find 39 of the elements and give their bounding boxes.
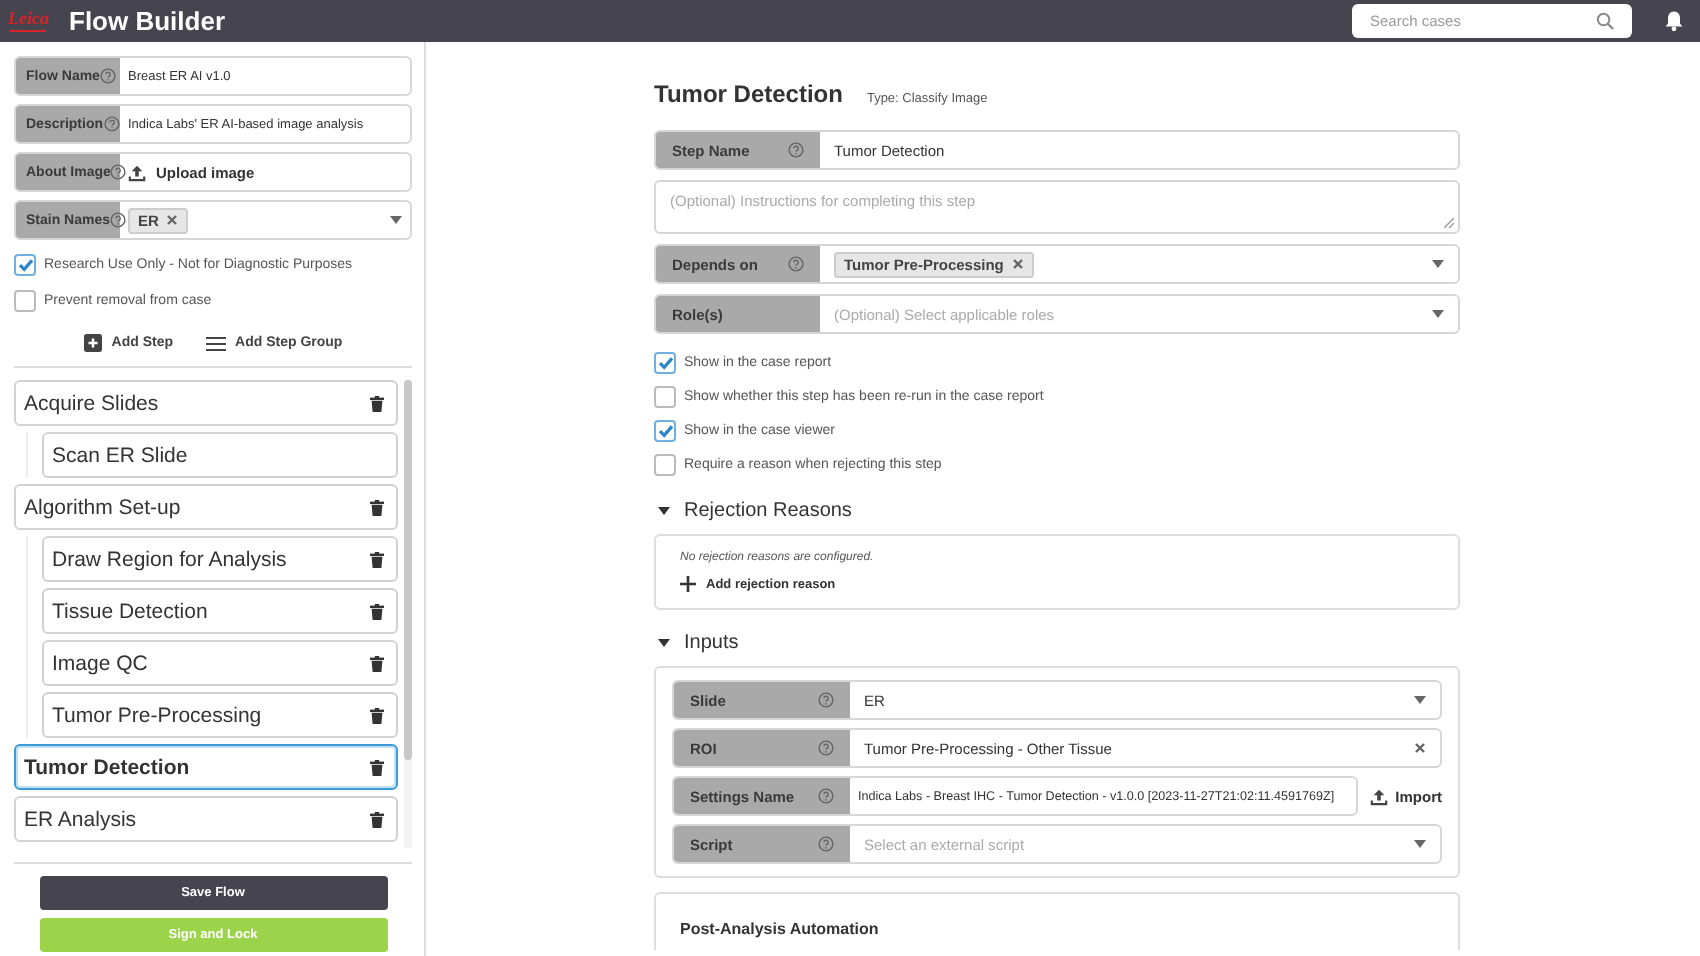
step-item[interactable]: Tumor Pre-Processing: [42, 692, 398, 738]
bell-icon[interactable]: [1664, 10, 1684, 32]
step-item[interactable]: Tumor Detection: [14, 744, 398, 790]
checkbox[interactable]: [654, 420, 676, 442]
automation-card: Post-Analysis Automation: [654, 892, 1460, 950]
section-toggle[interactable]: Inputs: [658, 632, 1460, 654]
checkbox[interactable]: [654, 386, 676, 408]
check-icon: [17, 258, 33, 272]
search-icon[interactable]: [1596, 12, 1614, 30]
list-icon: [205, 335, 226, 351]
step-title: Tumor Detection: [654, 80, 843, 108]
upload-icon: [1369, 787, 1388, 805]
trash-icon[interactable]: [370, 759, 384, 775]
checkbox[interactable]: [14, 290, 36, 312]
checkbox[interactable]: [654, 352, 676, 374]
app-title: Flow Builder: [69, 6, 225, 36]
plus-icon: [680, 576, 696, 592]
check-icon: [657, 424, 673, 438]
step-item[interactable]: Algorithm Set-up: [14, 484, 398, 530]
step-item[interactable]: Draw Region for Analysis: [42, 536, 398, 582]
check-icon: [657, 356, 673, 370]
trash-icon[interactable]: [370, 499, 384, 515]
trash-icon[interactable]: [370, 551, 384, 567]
step-item[interactable]: Tissue Detection: [42, 588, 398, 634]
checkbox[interactable]: [14, 254, 36, 276]
step-item[interactable]: Scan ER Slide: [42, 432, 398, 478]
resize-handle-icon[interactable]: [1444, 218, 1454, 228]
section-toggle[interactable]: Rejection Reasons: [658, 500, 1460, 522]
checkbox[interactable]: [654, 454, 676, 476]
trash-icon[interactable]: [370, 603, 384, 619]
trash-icon[interactable]: [370, 395, 384, 411]
trash-icon[interactable]: [370, 811, 384, 827]
trash-icon[interactable]: [370, 707, 384, 723]
plus-square-icon: [83, 334, 102, 352]
step-item[interactable]: Image QC: [42, 640, 398, 686]
step-item[interactable]: ER Analysis: [14, 796, 398, 842]
step-item[interactable]: Acquire Slides: [14, 380, 398, 426]
logo: Leica: [8, 10, 49, 32]
trash-icon[interactable]: [370, 655, 384, 671]
